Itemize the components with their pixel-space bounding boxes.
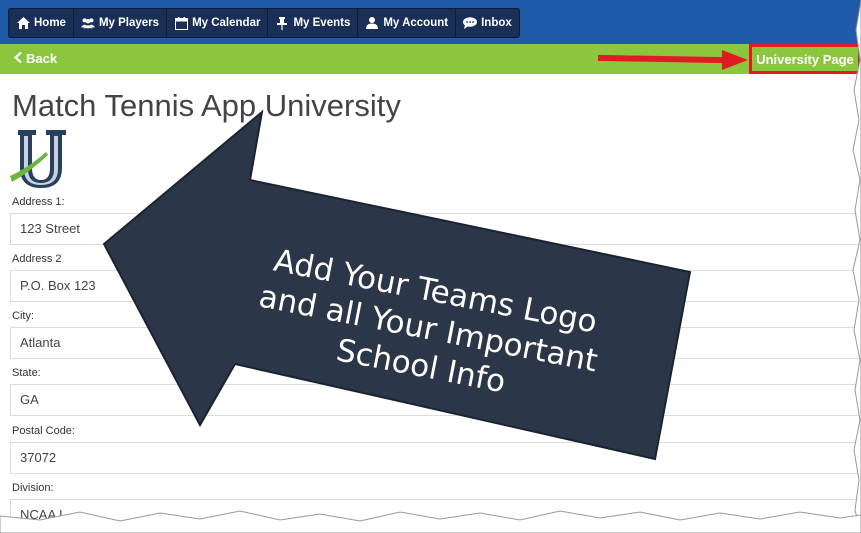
top-nav-bar: Home My Players My Calendar My Events My… xyxy=(0,0,861,44)
chevron-left-icon xyxy=(13,51,22,66)
chat-icon xyxy=(463,16,478,30)
pin-icon xyxy=(275,16,289,30)
nav-my-events-label: My Events xyxy=(293,17,351,29)
nav-home-label: Home xyxy=(34,17,66,29)
page-title: Match Tennis App University xyxy=(12,88,401,123)
home-icon xyxy=(16,16,30,30)
city-label: City: xyxy=(12,310,34,322)
sub-toolbar: Back University Page xyxy=(0,44,861,74)
nav-my-players-label: My Players xyxy=(98,17,160,29)
nav-my-account[interactable]: My Account xyxy=(358,9,457,37)
users-icon xyxy=(80,16,95,30)
nav-my-account-label: My Account xyxy=(383,17,449,29)
nav-my-calendar[interactable]: My Calendar xyxy=(167,9,269,37)
nav-home[interactable]: Home xyxy=(9,9,74,37)
university-page-button[interactable]: University Page xyxy=(749,44,861,74)
postal-code-label: Postal Code: xyxy=(12,425,75,437)
user-icon xyxy=(365,16,379,30)
university-u-logo xyxy=(8,128,72,195)
postal-code-field[interactable]: 37072 xyxy=(10,442,860,474)
address2-label: Address 2 xyxy=(12,253,62,265)
nav-inbox[interactable]: Inbox xyxy=(456,9,519,37)
nav-my-calendar-label: My Calendar xyxy=(192,17,261,29)
address1-field[interactable]: 123 Street xyxy=(10,213,860,245)
nav-my-events[interactable]: My Events xyxy=(268,9,359,37)
address1-label: Address 1: xyxy=(12,196,65,208)
nav-group: Home My Players My Calendar My Events My… xyxy=(8,8,520,38)
back-label: Back xyxy=(26,51,58,66)
back-button[interactable]: Back xyxy=(13,51,58,66)
division-field[interactable]: NCAA I xyxy=(10,499,860,531)
division-label: Division: xyxy=(12,482,54,494)
nav-inbox-label: Inbox xyxy=(481,17,512,29)
calendar-icon xyxy=(174,16,188,30)
state-field[interactable]: GA xyxy=(10,384,860,416)
state-label: State: xyxy=(12,367,41,379)
nav-my-players[interactable]: My Players xyxy=(74,9,168,37)
